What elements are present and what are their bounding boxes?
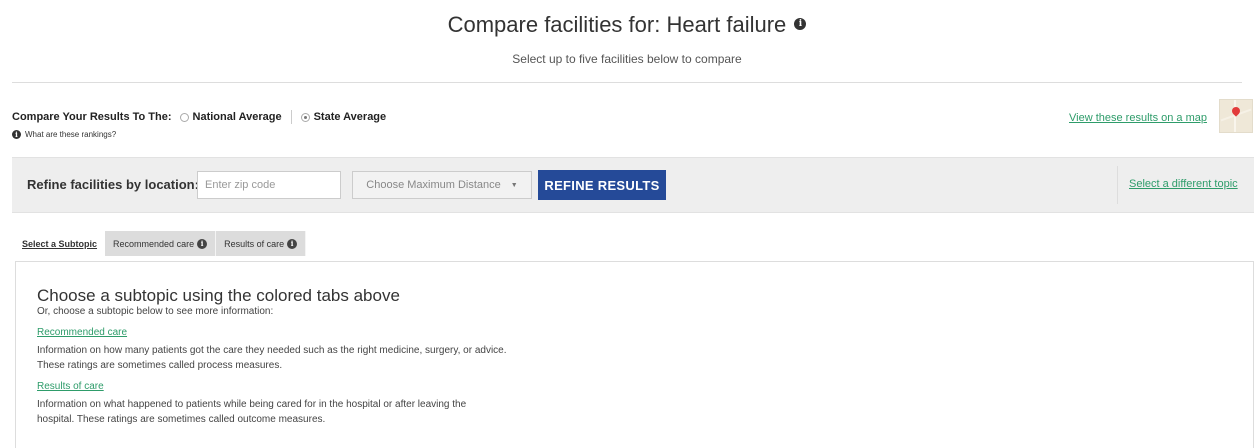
bar-divider [1117,166,1118,204]
info-icon[interactable]: i [287,238,298,249]
info-icon[interactable]: i [794,18,807,31]
results-of-care-link[interactable]: Results of care [37,381,104,392]
page-subtitle: Select up to five facilities below to co… [512,52,742,66]
content-subheading: Or, choose a subtopic below to see more … [37,306,274,317]
select-topic-link[interactable]: Select a different topic [1129,178,1238,190]
compare-label: Compare Your Results To The: [12,111,172,123]
national-average-radio[interactable] [179,112,189,122]
national-average-option[interactable]: National Average [179,111,282,123]
refine-label: Refine facilities by location: [27,177,199,192]
info-icon[interactable]: i [197,238,208,249]
option-separator [290,110,292,124]
max-distance-value: Choose Maximum Distance [366,179,501,191]
max-distance-select[interactable]: Choose Maximum Distance ▼ [352,171,532,199]
refine-results-button[interactable]: REFINE RESULTS [538,170,666,200]
tab-label: Results of care [224,238,285,249]
tab-select-subtopic[interactable]: Select a Subtopic [14,231,105,256]
results-of-care-description: hospital. These ratings are sometimes ca… [37,414,326,425]
state-average-radio[interactable] [300,112,310,122]
info-icon: i [12,130,21,139]
chevron-down-icon: ▼ [510,181,518,189]
rankings-help[interactable]: i What are these rankings? [12,130,116,139]
tab-results-of-care[interactable]: Results of care i [216,231,307,256]
page-title-text: Compare facilities for: Heart failure [447,12,787,37]
tab-recommended-care[interactable]: Recommended care i [105,231,217,256]
refine-bar: Refine facilities by location: Choose Ma… [12,157,1254,213]
view-on-map-link[interactable]: View these results on a map [1069,112,1207,124]
recommended-care-link[interactable]: Recommended care [37,327,127,338]
national-average-label: National Average [192,111,282,123]
header-divider [12,82,1242,83]
subtopic-tabs: Select a Subtopic Recommended care i Res… [14,231,307,256]
rankings-help-text[interactable]: What are these rankings? [25,130,116,139]
recommended-care-description: Information on how many patients got the… [37,345,507,356]
map-thumbnail[interactable] [1219,99,1253,133]
zip-code-input[interactable] [197,171,341,199]
subtopic-content-panel: Choose a subtopic using the colored tabs… [15,261,1254,448]
state-average-label: State Average [313,111,387,123]
state-average-option[interactable]: State Average [300,111,387,123]
results-of-care-description: Information on what happened to patients… [37,399,467,410]
tab-label: Recommended care [113,238,195,249]
content-heading: Choose a subtopic using the colored tabs… [37,286,400,305]
page-title: Compare facilities for: Heart failure i [0,12,1254,38]
recommended-care-description: These ratings are sometimes called proce… [37,360,283,371]
compare-results-row: Compare Your Results To The: National Av… [12,110,386,124]
